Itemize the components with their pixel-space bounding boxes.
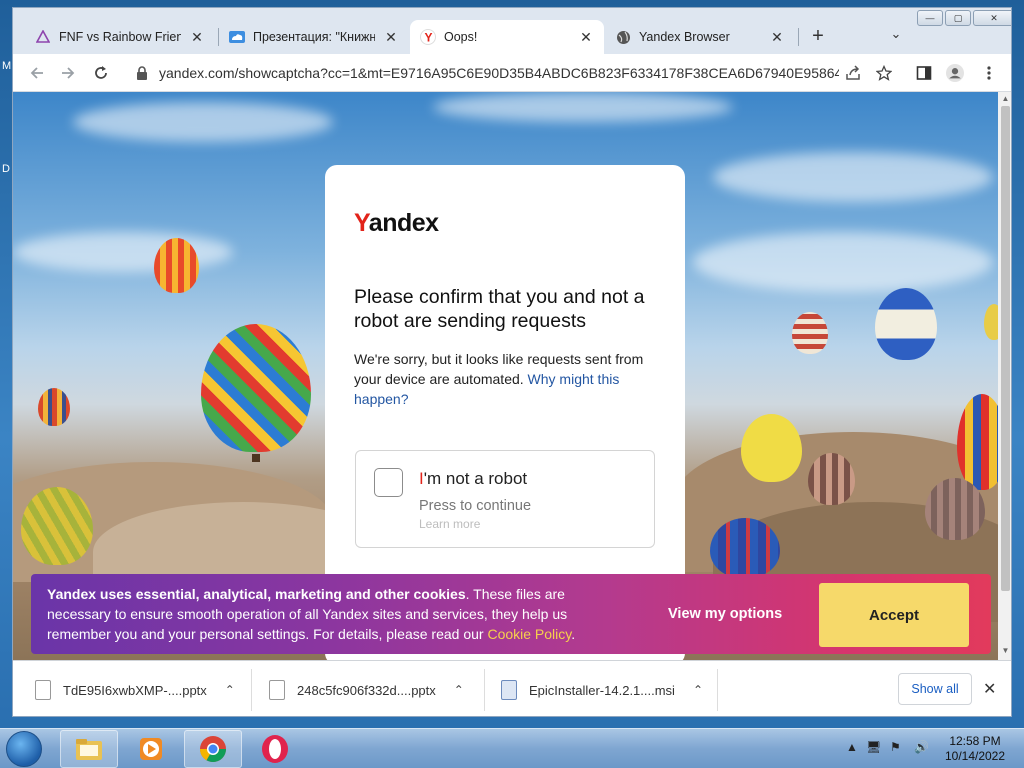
file-icon bbox=[35, 680, 51, 700]
file-icon bbox=[269, 680, 285, 700]
balloon-image bbox=[201, 324, 311, 452]
minimize-button[interactable]: — bbox=[917, 10, 943, 26]
yandex-y-icon: Y bbox=[420, 29, 436, 45]
balloon-image bbox=[38, 388, 70, 426]
action-center-icon[interactable]: 🖥 bbox=[866, 740, 881, 754]
download-filename: EpicInstaller-14.2.1....msi bbox=[529, 682, 675, 698]
close-window-button[interactable]: ✕ bbox=[973, 10, 1011, 26]
download-item[interactable]: 248c5fc906f332d....pptx ⌃ bbox=[269, 661, 464, 716]
reload-button[interactable] bbox=[89, 61, 113, 85]
opera-taskbar-button[interactable] bbox=[246, 730, 304, 768]
captcha-description: We're sorry, but it looks like requests … bbox=[354, 351, 644, 407]
folder-icon bbox=[76, 739, 102, 760]
scrollbar-thumb[interactable] bbox=[1001, 106, 1010, 591]
show-hidden-icons[interactable]: ▲ bbox=[846, 740, 858, 754]
scrollbar[interactable]: ▲ ▼ bbox=[998, 92, 1011, 660]
desktop-icon-label: M bbox=[2, 60, 12, 72]
bookmark-star-icon[interactable] bbox=[875, 64, 893, 82]
menu-kebab-icon[interactable] bbox=[980, 64, 998, 82]
tab-oops[interactable]: Y Oops! ✕ bbox=[410, 20, 604, 54]
balloon-image bbox=[21, 487, 93, 565]
accept-button[interactable]: Accept bbox=[819, 583, 969, 647]
tab-presentation[interactable]: Презентация: "Книжные ✕ bbox=[219, 20, 409, 54]
profile-avatar-icon[interactable] bbox=[946, 64, 964, 82]
back-button[interactable] bbox=[25, 61, 49, 85]
clock-time: 12:58 PM bbox=[949, 734, 1001, 748]
yandex-logo[interactable]: Yandex bbox=[354, 209, 439, 238]
chrome-taskbar-button[interactable] bbox=[184, 730, 242, 768]
chevron-up-icon[interactable]: ⌃ bbox=[693, 683, 703, 697]
explorer-taskbar-button[interactable] bbox=[60, 730, 118, 768]
balloon-image bbox=[808, 453, 855, 505]
media-player-icon bbox=[140, 738, 162, 760]
tab-title: Презентация: "Книжные bbox=[253, 30, 375, 44]
opera-icon bbox=[262, 735, 288, 763]
robot-label: I'm not a robot bbox=[419, 469, 528, 488]
chrome-icon bbox=[199, 736, 227, 763]
share-icon[interactable] bbox=[844, 64, 862, 82]
forward-button[interactable] bbox=[56, 61, 80, 85]
browser-window: FNF vs Rainbow Friends ✕ Презентация: "К… bbox=[12, 7, 1012, 717]
scroll-down-icon[interactable]: ▼ bbox=[998, 646, 1011, 658]
page-viewport: Yandex Please confirm that you and not a… bbox=[13, 92, 1011, 660]
close-icon[interactable]: ✕ bbox=[383, 29, 399, 45]
desktop-icon-label: D bbox=[2, 163, 10, 175]
download-item[interactable]: TdE95I6xwbXMP-....pptx ⌃ bbox=[35, 661, 235, 716]
show-all-button[interactable]: Show all bbox=[898, 673, 972, 705]
close-icon[interactable]: ✕ bbox=[769, 29, 785, 45]
robot-check-box[interactable]: I'm not a robot Press to continue Learn … bbox=[355, 450, 655, 548]
close-icon[interactable]: ✕ bbox=[189, 29, 205, 45]
view-options-button[interactable]: View my options bbox=[668, 606, 782, 622]
tab-strip: FNF vs Rainbow Friends ✕ Презентация: "К… bbox=[13, 8, 1011, 54]
balloon-image bbox=[741, 414, 802, 482]
tab-fnf[interactable]: FNF vs Rainbow Friends ✕ bbox=[25, 20, 215, 54]
taskbar: ▲ 🖥 ⚑ 🔊 12:58 PM 10/14/2022 bbox=[0, 728, 1024, 768]
balloon-image bbox=[875, 288, 937, 360]
cloud-icon bbox=[229, 29, 245, 45]
close-icon[interactable]: ✕ bbox=[983, 679, 996, 699]
tab-title: Oops! bbox=[444, 30, 478, 44]
url-text: yandex.com/showcaptcha?cc=1&mt=E9716A95C… bbox=[159, 65, 839, 81]
cookie-banner: Yandex uses essential, analytical, marke… bbox=[31, 574, 991, 654]
download-filename: TdE95I6xwbXMP-....pptx bbox=[63, 682, 207, 698]
new-tab-button[interactable]: + bbox=[806, 25, 830, 49]
learn-more-link[interactable]: Learn more bbox=[419, 517, 480, 531]
balloon-image bbox=[925, 478, 985, 540]
tab-title: Yandex Browser bbox=[639, 30, 730, 44]
window-controls: — ▢ ✕ bbox=[915, 10, 1011, 28]
balloon-image bbox=[154, 238, 199, 293]
start-button[interactable] bbox=[6, 731, 42, 767]
download-shelf: TdE95I6xwbXMP-....pptx ⌃ 248c5fc906f332d… bbox=[13, 660, 1011, 716]
volume-icon[interactable]: 🔊 bbox=[914, 740, 929, 754]
scroll-up-icon[interactable]: ▲ bbox=[998, 94, 1011, 106]
tab-search-button[interactable]: ⌄ bbox=[886, 26, 906, 46]
balloon-image bbox=[792, 312, 828, 354]
cookie-policy-link[interactable]: Cookie Policy bbox=[487, 626, 571, 642]
media-player-taskbar-button[interactable] bbox=[122, 730, 180, 768]
triangle-icon bbox=[35, 29, 51, 45]
tab-title: FNF vs Rainbow Friends bbox=[59, 30, 181, 44]
cookie-text: Yandex uses essential, analytical, marke… bbox=[47, 586, 576, 642]
maximize-button[interactable]: ▢ bbox=[945, 10, 971, 26]
chevron-up-icon[interactable]: ⌃ bbox=[454, 683, 464, 697]
globe-icon bbox=[615, 29, 631, 45]
robot-checkbox[interactable] bbox=[374, 468, 403, 497]
clock-date: 10/14/2022 bbox=[944, 749, 1006, 763]
svg-text:Y: Y bbox=[425, 31, 433, 45]
lock-icon[interactable] bbox=[133, 64, 151, 82]
close-icon[interactable]: ✕ bbox=[578, 29, 594, 45]
toolbar: yandex.com/showcaptcha?cc=1&mt=E9716A95C… bbox=[13, 54, 1011, 92]
side-panel-icon[interactable] bbox=[915, 64, 933, 82]
chevron-up-icon[interactable]: ⌃ bbox=[225, 683, 235, 697]
taskbar-clock[interactable]: 12:58 PM 10/14/2022 bbox=[940, 734, 1010, 764]
address-bar[interactable]: yandex.com/showcaptcha?cc=1&mt=E9716A95C… bbox=[125, 58, 935, 88]
download-item[interactable]: EpicInstaller-14.2.1....msi ⌃ bbox=[501, 661, 703, 716]
installer-icon bbox=[501, 680, 517, 700]
tab-yandex-browser[interactable]: Yandex Browser ✕ bbox=[605, 20, 795, 54]
download-filename: 248c5fc906f332d....pptx bbox=[297, 682, 436, 698]
balloon-image bbox=[710, 518, 780, 578]
network-icon[interactable]: ⚑ bbox=[890, 740, 901, 754]
press-to-continue: Press to continue bbox=[419, 498, 532, 514]
page-title: Please confirm that you and not a robot … bbox=[354, 286, 645, 332]
